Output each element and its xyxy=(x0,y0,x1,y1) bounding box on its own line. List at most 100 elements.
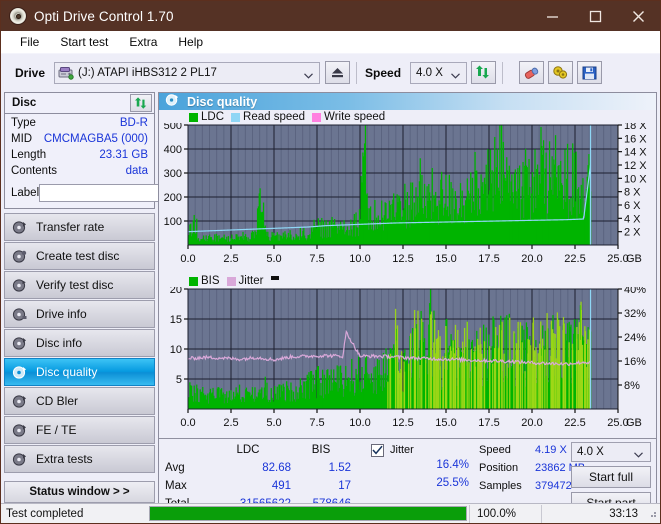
toolbar-separator xyxy=(502,61,504,84)
start-full-button[interactable]: Start full xyxy=(571,466,651,488)
eject-button[interactable] xyxy=(325,61,351,84)
legend-swatch-jitter xyxy=(226,276,236,286)
drive-select[interactable]: (J:) ATAPI iHBS312 2 PL17 xyxy=(54,61,321,84)
content-panel: Disc quality LDC Read speed Write speed xyxy=(158,92,657,514)
settings-button[interactable] xyxy=(548,61,574,84)
jitter-checkbox[interactable] xyxy=(371,443,384,457)
content-title: Disc quality xyxy=(187,94,258,109)
jitter-header: Jitter xyxy=(359,441,477,459)
svg-text:6 X: 6 X xyxy=(624,200,641,212)
menu-help[interactable]: Help xyxy=(169,33,212,51)
ldc-chart: LDC Read speed Write speed 100 200 300 400 5… xyxy=(159,110,656,274)
sidebar-item-fe-te[interactable]: FE / TE xyxy=(4,416,155,444)
legend-bis: BIS xyxy=(189,275,220,287)
menu-extra[interactable]: Extra xyxy=(120,33,166,51)
sidebar-item-extra-tests[interactable]: Extra tests xyxy=(4,445,155,473)
progress-bar xyxy=(149,506,467,521)
svg-text:15.0: 15.0 xyxy=(435,253,456,265)
status-window-button[interactable]: Status window > > xyxy=(4,481,155,503)
bis-jitter-chart: BIS Jitter 5 10 15 20 8% 16% 24% 32% 40% 0.0 2.5 5.… xyxy=(159,274,656,438)
bis-chart-canvas[interactable]: 5 10 15 20 8% 16% 24% 32% 40% 0.0 2.5 5.0 7.5 10.0 12.… xyxy=(159,284,656,435)
disc-test-icon xyxy=(12,220,27,235)
sidebar-item-disc-info[interactable]: Disc info xyxy=(4,329,155,357)
test-speed-value: 4.0 X xyxy=(577,446,604,458)
speed-info-label: Speed xyxy=(479,444,511,456)
sidebar-item-create-test-disc[interactable]: Create test disc xyxy=(4,242,155,270)
disc-row-mid: MID CMCMAGBA5 (000) xyxy=(11,133,148,149)
stats-max-bis: 17 xyxy=(338,480,351,492)
legend-ldc: LDC xyxy=(189,111,224,123)
minimize-button[interactable] xyxy=(531,1,574,31)
svg-text:4 X: 4 X xyxy=(624,213,641,225)
svg-text:GB: GB xyxy=(626,253,642,265)
svg-text:200: 200 xyxy=(164,192,182,204)
drive-icon xyxy=(58,66,74,80)
svg-text:12 X: 12 X xyxy=(624,160,647,172)
sidebar-item-verify-test-disc[interactable]: Verify test disc xyxy=(4,271,155,299)
sidebar-item-transfer-rate[interactable]: Transfer rate xyxy=(4,213,155,241)
svg-text:32%: 32% xyxy=(624,308,646,320)
progress-percent: 100.0% xyxy=(469,504,541,523)
svg-text:5.0: 5.0 xyxy=(266,253,281,265)
disc-icon xyxy=(9,7,27,25)
sidebar-label: Verify test disc xyxy=(36,278,114,292)
disc-test-icon xyxy=(12,394,27,409)
test-speed-select[interactable]: 4.0 X xyxy=(571,442,651,462)
status-window-label: Status window > > xyxy=(29,486,130,498)
svg-text:2.5: 2.5 xyxy=(223,253,238,265)
disc-test-icon xyxy=(12,307,27,322)
disc-row-length: Length 23.31 GB xyxy=(11,149,148,165)
disc-panel: Disc Type BD-R MID CMCMAGBA5 (000) Lengt… xyxy=(4,92,243,209)
disc-key-mid: MID xyxy=(11,133,33,145)
disc-refresh-button[interactable] xyxy=(130,94,152,112)
menu-file[interactable]: File xyxy=(11,33,48,51)
svg-text:12.5: 12.5 xyxy=(392,417,413,429)
sidebar-label: Disc info xyxy=(36,336,83,350)
maximize-button[interactable] xyxy=(574,1,617,31)
legend-swatch-bis xyxy=(189,276,198,286)
svg-text:15: 15 xyxy=(170,314,182,326)
disc-test-icon xyxy=(12,365,27,380)
disc-label-row: Label xyxy=(11,183,243,203)
disc-test-icon xyxy=(12,249,27,264)
toolbar: Drive (J:) ATAPI iHBS312 2 PL17 Speed 4.… xyxy=(1,53,660,91)
svg-text:100: 100 xyxy=(164,216,182,228)
status-message: Test completed xyxy=(6,507,84,520)
sidebar-item-disc-quality[interactable]: Disc quality xyxy=(4,358,155,386)
svg-text:7.5: 7.5 xyxy=(309,253,324,265)
ldc-chart-canvas[interactable]: 100 200 300 400 500 2 X 4 X6 X8 X 10 X12 X14 X 1… xyxy=(159,120,656,271)
legend-label-ldc: LDC xyxy=(201,111,225,123)
sidebar-item-drive-info[interactable]: Drive info xyxy=(4,300,155,328)
sidebar-label: FE / TE xyxy=(36,423,77,437)
disc-quality-icon xyxy=(165,93,179,110)
jitter-max: 25.5% xyxy=(436,477,469,489)
menu-start-test[interactable]: Start test xyxy=(51,33,117,51)
sidebar-label: Drive info xyxy=(36,307,87,321)
jitter-avg: 16.4% xyxy=(436,459,469,471)
chevron-down-icon xyxy=(634,449,643,458)
sidebar-label: Extra tests xyxy=(36,452,93,466)
legend-label-jitter: Jitter xyxy=(238,275,264,287)
close-button[interactable] xyxy=(617,1,660,31)
sidebar-item-cd-bler[interactable]: CD Bler xyxy=(4,387,155,415)
svg-text:20.0: 20.0 xyxy=(521,253,542,265)
drive-label: Drive xyxy=(15,65,46,80)
svg-text:10 X: 10 X xyxy=(624,173,647,185)
svg-text:0.0: 0.0 xyxy=(180,417,195,429)
speed-select[interactable]: 4.0 X xyxy=(410,61,468,84)
disc-test-icon xyxy=(12,452,27,467)
samples-label: Samples xyxy=(479,480,522,492)
disc-value-mid: CMCMAGBA5 (000) xyxy=(43,133,148,145)
svg-text:2.5: 2.5 xyxy=(223,417,238,429)
speed-label: Speed xyxy=(365,65,402,80)
eraser-button[interactable] xyxy=(519,61,545,84)
disc-key-contents: Contents xyxy=(11,165,58,177)
main-body: Disc Type BD-R MID CMCMAGBA5 (000) Lengt… xyxy=(1,91,660,514)
save-button[interactable] xyxy=(577,61,603,84)
resize-grip-icon[interactable] xyxy=(647,508,657,521)
refresh-button[interactable] xyxy=(471,61,497,84)
application-window: Opti Drive Control 1.70 File Start test … xyxy=(0,0,661,524)
svg-text:7.5: 7.5 xyxy=(309,417,324,429)
stats-row-max-label: Max xyxy=(165,480,187,492)
elapsed-time: 33:13 xyxy=(541,504,660,523)
